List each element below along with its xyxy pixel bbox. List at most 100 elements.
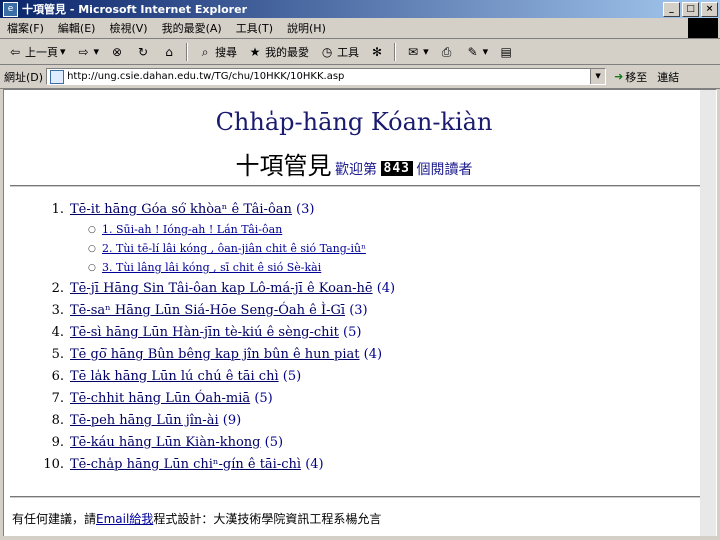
address-dropdown-icon[interactable]: ▼ bbox=[590, 69, 606, 84]
address-input[interactable] bbox=[67, 71, 591, 82]
back-label: 上一頁 bbox=[25, 45, 58, 59]
item-link[interactable]: Tē la̍k hāng Lūn lú chú ê tāi chì bbox=[70, 369, 279, 384]
page-footer: 有任何建議，請Email給我程式設計：大漢技術學院資訊工程系楊允言 bbox=[12, 510, 381, 527]
item-link[interactable]: Tē-sì hāng Lūn Hàn-jīn tè-kiú ê sèng-chi… bbox=[70, 325, 339, 340]
minimize-button[interactable]: _ bbox=[663, 1, 680, 17]
forward-dropdown-icon[interactable]: ▾ bbox=[94, 45, 100, 58]
item-link[interactable]: Tē gō͘ hāng Bûn bêng kap jîn bûn ê hun p… bbox=[70, 347, 360, 362]
welcome-post: 個閱讀者 bbox=[416, 162, 473, 178]
favorites-button[interactable]: ★ 我的最愛 bbox=[244, 44, 312, 60]
list-item: 7. Tē-chhit hāng Lūn Óah-miā (5) bbox=[34, 387, 674, 409]
item-number: 5. bbox=[51, 346, 64, 362]
media-button[interactable]: ✻ bbox=[366, 44, 388, 60]
item-count: (4) bbox=[363, 346, 383, 362]
page-content: Chha̍p-hāng Kóan-kiàn 十項管見 歡迎第 843 個閱讀者 … bbox=[3, 89, 717, 537]
menu-tools[interactable]: 工具(T) bbox=[229, 20, 280, 36]
item-link[interactable]: Tē-saⁿ Hāng Lūn Siá-Hōe Seng-Óah ê Ì-Gī bbox=[70, 303, 345, 318]
item-link[interactable]: Tē-chhit hāng Lūn Óah-miā bbox=[70, 391, 250, 406]
edit-button[interactable]: ✎ ▾ bbox=[462, 44, 492, 60]
favorites-icon: ★ bbox=[249, 44, 261, 59]
item-number: 7. bbox=[51, 390, 64, 406]
close-button[interactable]: × bbox=[701, 1, 718, 17]
circle-bullet-icon: ○ bbox=[88, 243, 96, 254]
mail-dropdown-icon[interactable]: ▾ bbox=[423, 45, 429, 58]
menu-favorites[interactable]: 我的最愛(A) bbox=[155, 20, 229, 36]
toolbar-separator bbox=[186, 42, 189, 61]
email-link[interactable]: Email給我 bbox=[96, 512, 153, 526]
stop-button[interactable]: ⊗ bbox=[106, 44, 128, 60]
list-item: 10. Tē-cha̍p hāng Lūn chiⁿ-gín ê tāi-chì … bbox=[34, 453, 674, 475]
item-number: 1. bbox=[51, 201, 64, 217]
item-link[interactable]: Tē-káu hāng Lūn Kiàn-khong bbox=[70, 435, 261, 450]
menu-file[interactable]: 檔案(F) bbox=[0, 20, 51, 36]
back-dropdown-icon[interactable]: ▾ bbox=[60, 45, 66, 58]
sub-item-link[interactable]: 3. Tùi lâng lâi kóng , sī chit ê sió Sè-… bbox=[102, 261, 321, 274]
history-icon: ◷ bbox=[321, 44, 333, 59]
item-count: (3) bbox=[296, 201, 315, 217]
item-count: (5) bbox=[264, 434, 284, 450]
item-link[interactable]: Tē-peh hāng Lūn jîn-ài bbox=[70, 413, 219, 428]
home-icon: ⌂ bbox=[165, 44, 173, 59]
media-icon: ✻ bbox=[372, 44, 383, 59]
article-list: 1. Tē-it hāng Góa só͘ khòaⁿ ê Tâi-ôan (3… bbox=[34, 198, 674, 475]
mail-icon: ✉ bbox=[408, 44, 419, 59]
print-button[interactable]: ⎙ bbox=[436, 44, 458, 60]
subtitle-text: 十項管見 bbox=[235, 152, 332, 180]
maximize-button[interactable]: □ bbox=[682, 1, 699, 17]
item-count: (5) bbox=[254, 390, 273, 406]
favorites-label: 我的最愛 bbox=[265, 45, 310, 59]
menu-bar: 檔案(F) 編輯(E) 檢視(V) 我的最愛(A) 工具(T) 說明(H) bbox=[0, 18, 720, 39]
edit-dropdown-icon[interactable]: ▾ bbox=[483, 45, 489, 58]
footer-pre: 有任何建議，請 bbox=[12, 512, 97, 526]
sub-item: ○ 1. Sūi-ah ! Ióng-ah ! Lán Tâi-ôan bbox=[34, 220, 674, 239]
item-count: (4) bbox=[376, 280, 396, 296]
refresh-button[interactable]: ↻ bbox=[132, 44, 154, 60]
back-arrow-icon: ⇦ bbox=[9, 44, 21, 59]
list-item: 1. Tē-it hāng Góa só͘ khòaⁿ ê Tâi-ôan (3… bbox=[34, 198, 674, 220]
links-button[interactable]: 連結 bbox=[657, 69, 679, 85]
item-link[interactable]: Tē-it hāng Góa só͘ khòaⁿ ê Tâi-ôan bbox=[70, 202, 292, 217]
tools-label: 工具 bbox=[337, 45, 360, 59]
list-item: 9. Tē-káu hāng Lūn Kiàn-khong (5) bbox=[34, 431, 674, 453]
sub-item-link[interactable]: 1. Sūi-ah ! Ióng-ah ! Lán Tâi-ôan bbox=[102, 223, 282, 236]
menu-help[interactable]: 說明(H) bbox=[280, 20, 333, 36]
bottom-divider bbox=[10, 496, 710, 498]
address-box: ▼ bbox=[46, 68, 607, 85]
item-count: (5) bbox=[343, 324, 362, 340]
address-label: 網址(D) bbox=[4, 70, 44, 84]
tools-button[interactable]: ◷ 工具 bbox=[316, 44, 362, 60]
discuss-button[interactable]: ▤ bbox=[495, 44, 517, 60]
sub-item-link[interactable]: 2. Tùi tē-lí lâi kóng , ôan-jiân chit ê … bbox=[102, 242, 366, 255]
print-icon: ⎙ bbox=[441, 44, 452, 59]
list-item: 3. Tē-saⁿ Hāng Lūn Siá-Hōe Seng-Óah ê Ì-G… bbox=[34, 299, 674, 321]
item-number: 4. bbox=[51, 324, 64, 340]
item-link[interactable]: Tē-cha̍p hāng Lūn chiⁿ-gín ê tāi-chì bbox=[70, 457, 301, 472]
page-icon bbox=[50, 69, 65, 84]
toolbar: ⇦ 上一頁 ▾ ⇨ ▾ ⊗ ↻ ⌂ ⌕ 搜尋 ★ 我的最愛 ◷ 工具 ✻ ✉ ▾… bbox=[0, 39, 720, 65]
sub-item: ○ 2. Tùi tē-lí lâi kóng , ôan-jiân chit ê… bbox=[34, 239, 674, 258]
forward-arrow-icon: ⇨ bbox=[78, 44, 89, 59]
item-number: 10. bbox=[43, 456, 64, 472]
vertical-scrollbar[interactable] bbox=[700, 90, 716, 536]
go-button[interactable]: ➜ 移至 bbox=[614, 69, 647, 85]
visitor-counter: 843 bbox=[380, 161, 413, 176]
forward-button[interactable]: ⇨ ▾ bbox=[73, 44, 103, 60]
menu-view[interactable]: 檢視(V) bbox=[102, 20, 154, 36]
title-bar: e 十項管見 - Microsoft Internet Explorer _ □… bbox=[0, 0, 720, 18]
go-arrow-icon: ➜ bbox=[614, 70, 624, 83]
search-button[interactable]: ⌕ 搜尋 bbox=[194, 44, 240, 60]
window-title: 十項管見 - Microsoft Internet Explorer bbox=[22, 3, 247, 16]
item-number: 8. bbox=[51, 412, 64, 428]
windows-logo-icon bbox=[688, 18, 718, 38]
search-label: 搜尋 bbox=[215, 45, 238, 59]
toolbar-separator bbox=[394, 42, 397, 61]
item-number: 2. bbox=[51, 280, 64, 296]
menu-edit[interactable]: 編輯(E) bbox=[51, 20, 103, 36]
item-link[interactable]: Tē-jī Hāng Sin Tâi-ôan kap Lô-má-jī ê Ko… bbox=[70, 281, 373, 296]
circle-bullet-icon: ○ bbox=[88, 262, 96, 273]
mail-button[interactable]: ✉ ▾ bbox=[402, 44, 432, 60]
top-divider bbox=[10, 185, 710, 187]
home-button[interactable]: ⌂ bbox=[158, 44, 180, 60]
address-bar: 網址(D) ▼ ➜ 移至 連結 bbox=[0, 65, 720, 89]
back-button[interactable]: ⇦ 上一頁 ▾ bbox=[4, 44, 69, 60]
